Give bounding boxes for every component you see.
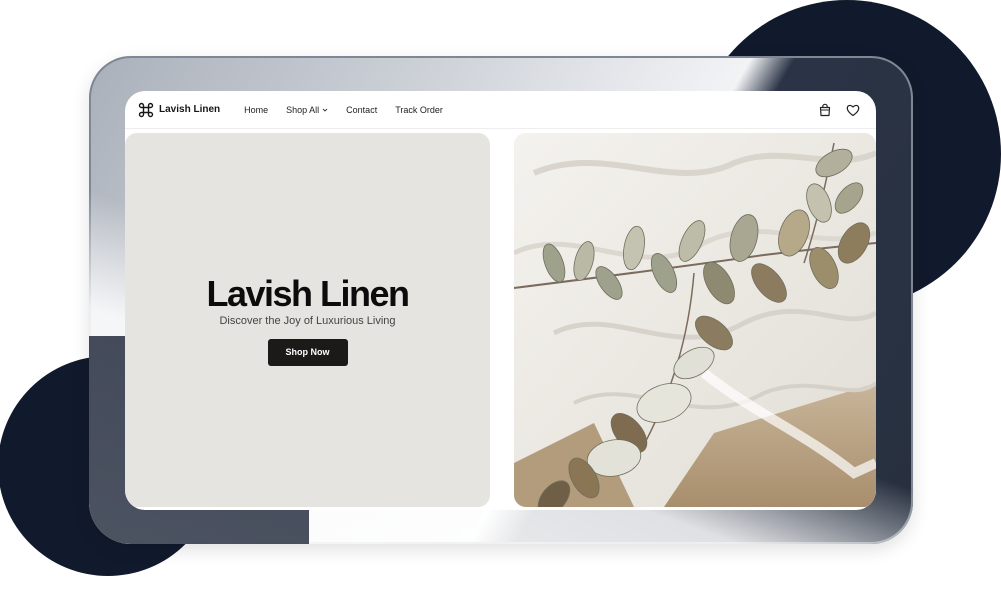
brand-logo[interactable]: Lavish Linen (138, 102, 220, 118)
nav-item-shop-all[interactable]: Shop All (286, 105, 328, 115)
hero-subtitle: Discover the Joy of Luxurious Living (219, 314, 396, 327)
command-icon (138, 102, 154, 117)
chevron-down-icon (322, 108, 328, 112)
shop-now-button[interactable]: Shop Now (267, 338, 348, 366)
tablet-screen: Lavish Linen Home Shop All Contact Track… (125, 91, 876, 510)
nav-item-track-order[interactable]: Track Order (395, 105, 443, 115)
nav-item-shop-all-label: Shop All (286, 104, 320, 115)
main-menu: Home Shop All Contact Track Order (244, 105, 461, 115)
nav-actions (805, 102, 861, 118)
heart-icon[interactable] (845, 102, 861, 118)
nav-item-home[interactable]: Home (244, 105, 268, 115)
hero-image (514, 133, 876, 507)
top-navigation: Lavish Linen Home Shop All Contact Track… (125, 91, 876, 129)
linen-eucalyptus-photo (514, 133, 876, 507)
hero-panel: Lavish Linen Discover the Joy of Luxurio… (125, 133, 490, 507)
hero-title: Lavish Linen (206, 272, 410, 314)
brand-name: Lavish Linen (159, 104, 221, 115)
nav-item-contact[interactable]: Contact (346, 105, 377, 115)
shopping-bag-icon[interactable] (817, 102, 833, 118)
